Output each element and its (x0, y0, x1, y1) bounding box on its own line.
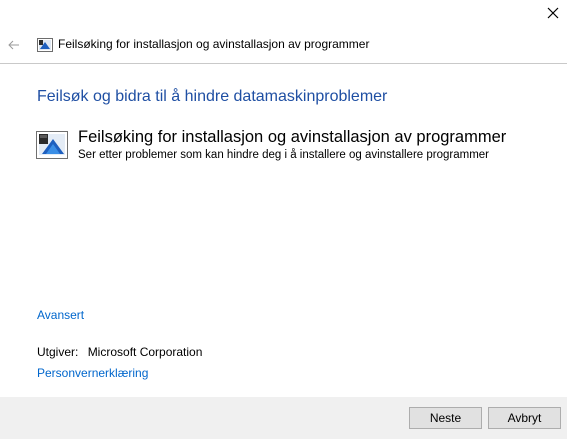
close-icon (547, 7, 559, 19)
privacy-statement-link[interactable]: Personvernerklæring (37, 366, 148, 380)
window-title: Feilsøking for installasjon og avinstall… (58, 37, 370, 51)
troubleshooter-description: Ser etter problemer som kan hindre deg i… (78, 149, 490, 161)
advanced-link[interactable]: Avansert (37, 308, 84, 322)
header-divider (0, 63, 567, 64)
troubleshooter-window: Feilsøking for installasjon og avinstall… (0, 0, 567, 439)
troubleshooter-icon (36, 131, 68, 159)
header-bar: Feilsøking for installasjon og avinstall… (0, 32, 567, 60)
close-button[interactable] (541, 2, 565, 24)
footer-bar: Neste Avbryt (0, 397, 567, 439)
publisher-info: Utgiver: Microsoft Corporation (37, 345, 202, 359)
publisher-label: Utgiver: (37, 345, 79, 359)
publisher-value: Microsoft Corporation (87, 345, 203, 359)
next-button[interactable]: Neste (409, 407, 482, 429)
back-button[interactable] (5, 36, 23, 54)
troubleshooter-icon (37, 38, 53, 52)
page-title: Feilsøk og bidra til å hindre datamaskin… (37, 88, 388, 105)
troubleshooter-title: Feilsøking for installasjon og avinstall… (78, 128, 507, 146)
troubleshooter-item: Feilsøking for installasjon og avinstall… (36, 127, 556, 167)
cancel-button[interactable]: Avbryt (488, 407, 561, 429)
back-arrow-icon (8, 40, 19, 50)
